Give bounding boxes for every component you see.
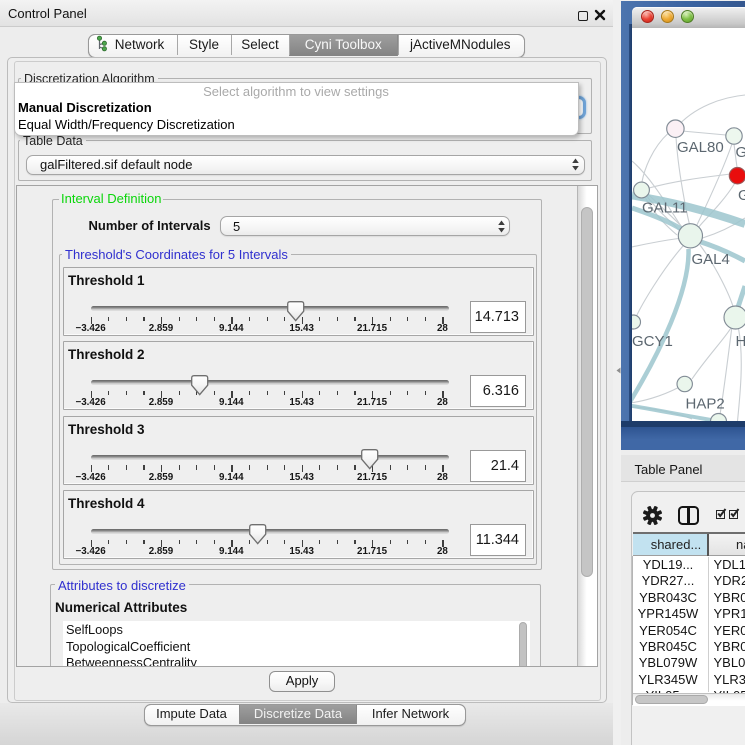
svg-text:GAL80: GAL80: [677, 139, 724, 156]
svg-text:HAP2: HAP2: [686, 396, 725, 413]
svg-text:GAL4: GAL4: [692, 251, 730, 268]
svg-text:GCY1: GCY1: [632, 333, 673, 350]
svg-text:HA: HA: [736, 333, 745, 350]
svg-text:G: G: [738, 187, 745, 204]
svg-text:GAL11: GAL11: [642, 200, 688, 217]
svg-text:GA: GA: [736, 144, 745, 161]
